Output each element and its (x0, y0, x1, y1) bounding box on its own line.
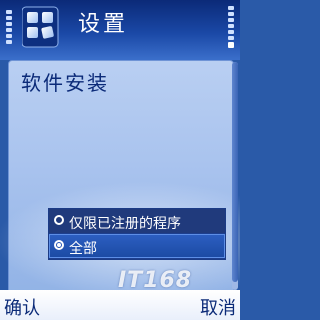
softkey-bar: 确认 取消 (0, 290, 240, 320)
setting-label: 软件安装 (21, 71, 109, 95)
options-popup: 仅限已注册的程序 全部 (48, 208, 226, 260)
scrollbar-thumb[interactable] (232, 62, 238, 282)
page-title: 设置 (78, 12, 129, 37)
radio-checked-icon (54, 240, 64, 250)
option-all[interactable]: 全部 (49, 234, 225, 258)
screen: 设置 软件安装 仅限已注册的程序 全部 IT168 确认 取消 (0, 0, 240, 320)
option-label: 全部 (69, 241, 97, 257)
option-registered-only[interactable]: 仅限已注册的程序 (49, 209, 225, 233)
battery-level-icon (226, 6, 236, 48)
signal-strength-icon (4, 6, 14, 48)
cancel-softkey[interactable]: 取消 (200, 294, 236, 320)
title-bar: 设置 (0, 0, 240, 60)
confirm-softkey[interactable]: 确认 (4, 294, 40, 320)
radio-unchecked-icon (54, 215, 64, 225)
scrollbar[interactable] (232, 62, 238, 290)
option-label: 仅限已注册的程序 (69, 216, 181, 232)
settings-grid-icon (22, 6, 59, 48)
